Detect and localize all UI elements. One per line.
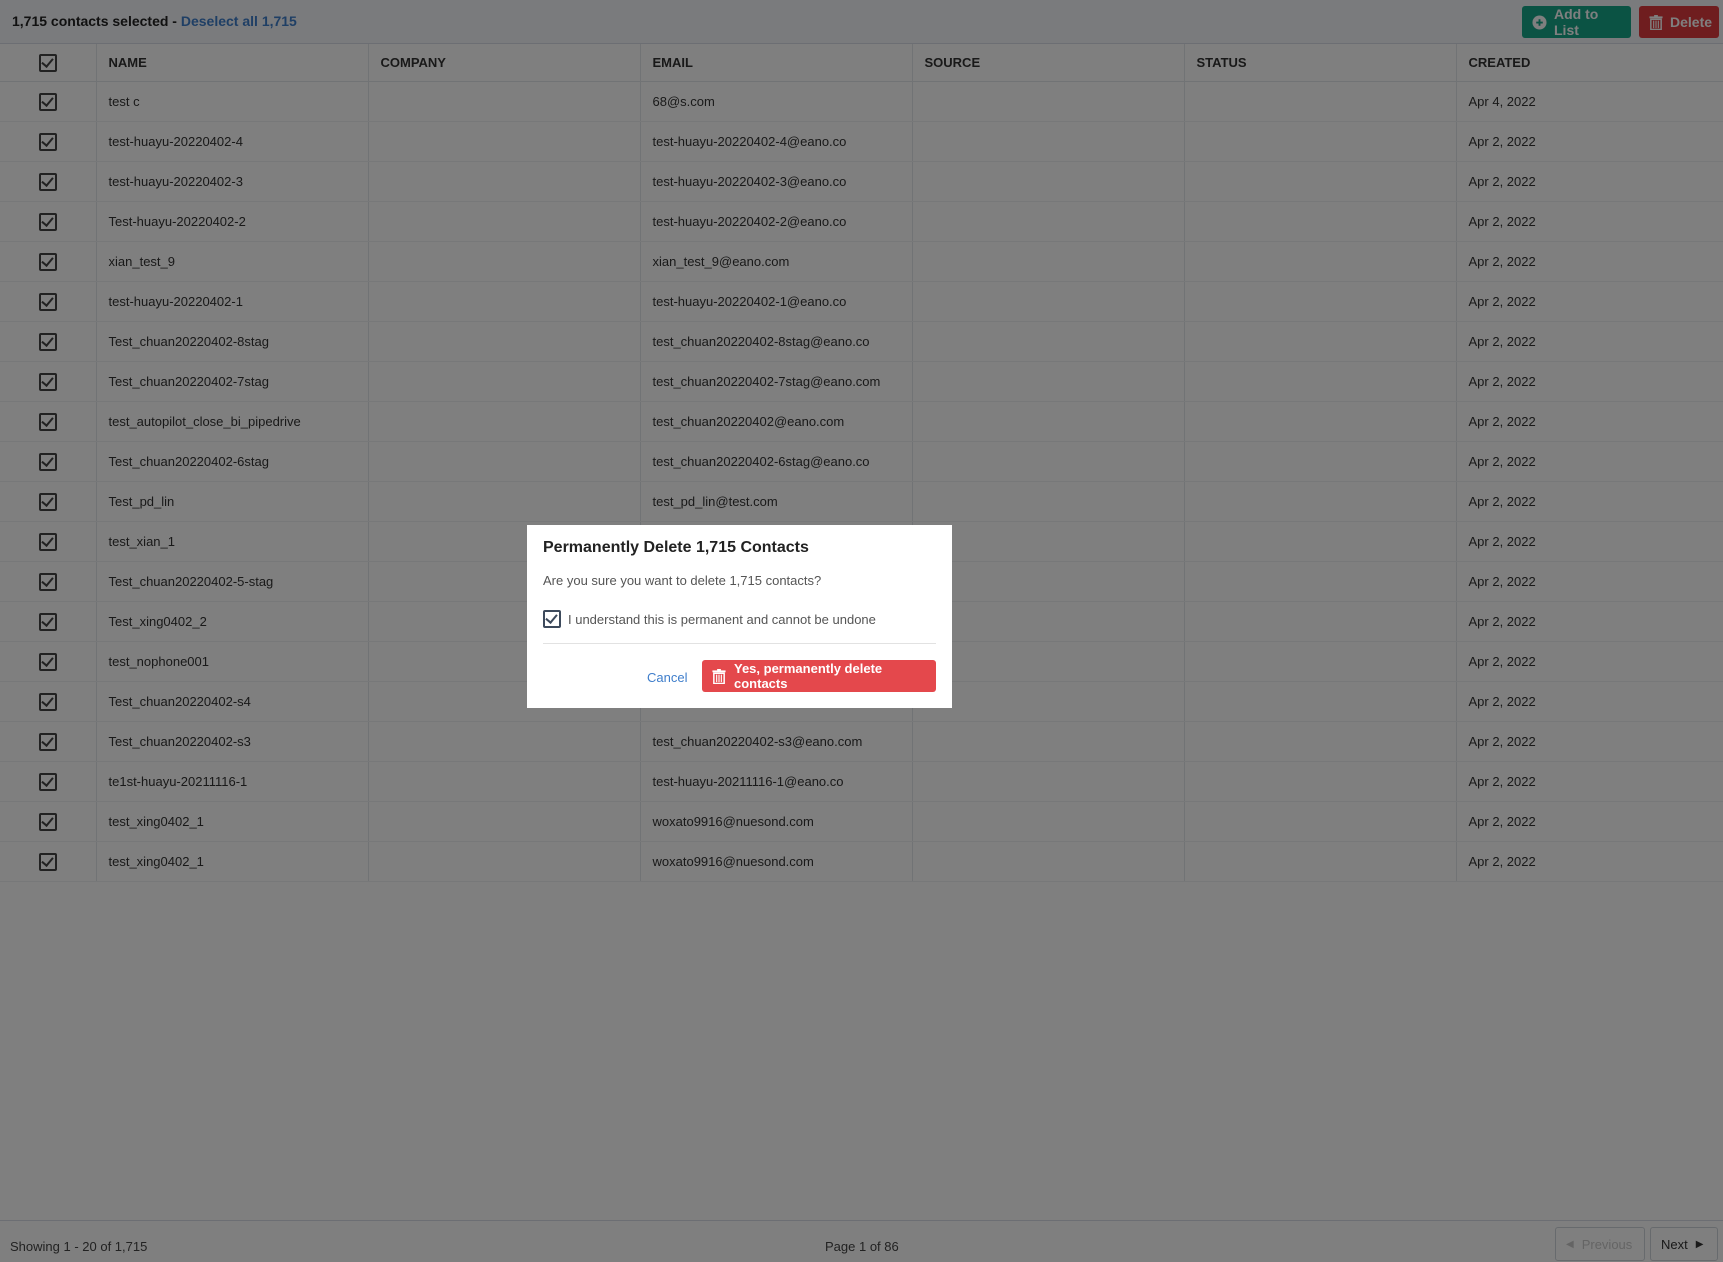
acknowledge-label: I understand this is permanent and canno… — [568, 611, 876, 627]
acknowledge-option[interactable]: I understand this is permanent and canno… — [543, 610, 876, 628]
confirm-delete-label: Yes, permanently delete contacts — [734, 661, 883, 691]
dialog-divider — [543, 643, 936, 644]
delete-confirmation-dialog: Permanently Delete 1,715 Contacts Are yo… — [527, 525, 952, 708]
dialog-title: Permanently Delete 1,715 Contacts — [543, 539, 809, 556]
confirm-delete-button[interactable]: Yes, permanently delete contacts — [702, 660, 936, 692]
cancel-button[interactable]: Cancel — [647, 670, 687, 685]
acknowledge-checkbox[interactable] — [543, 610, 561, 628]
trash-icon — [712, 668, 726, 684]
dialog-question: Are you sure you want to delete 1,715 co… — [543, 573, 822, 588]
